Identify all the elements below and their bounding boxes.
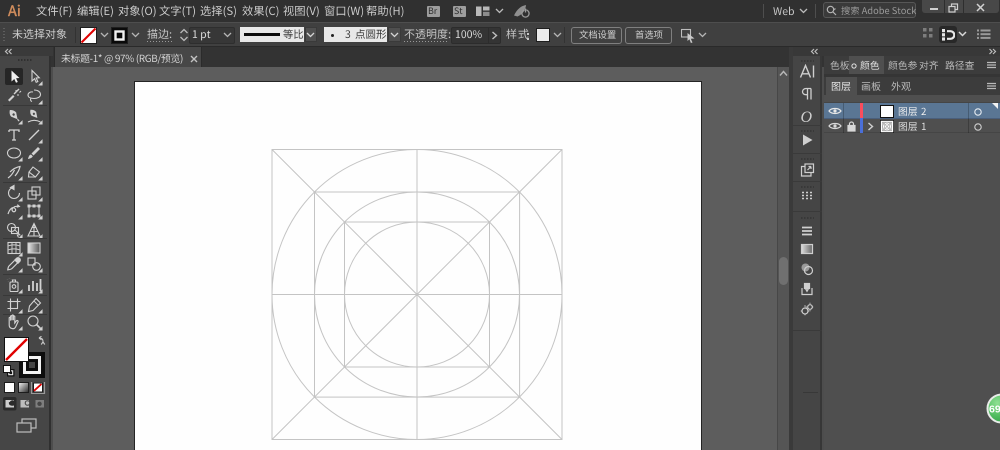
svg-text:O: O [801,109,813,125]
svg-text:69: 69 [989,404,1000,416]
